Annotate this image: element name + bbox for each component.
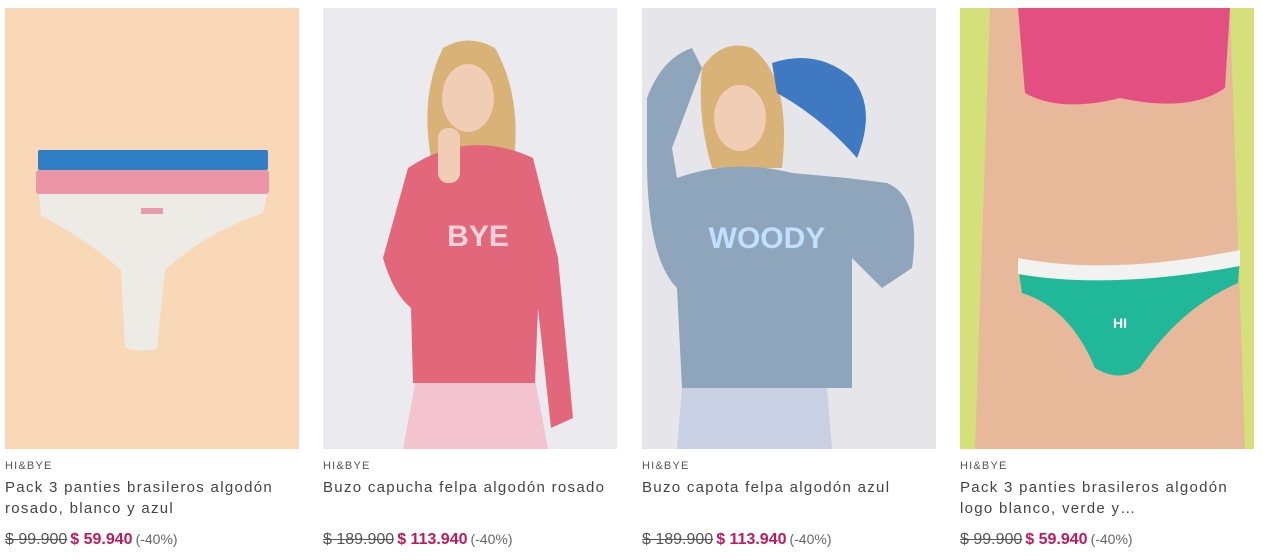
price-row: $ 189.900 $ 113.940 (-40%) <box>323 529 617 550</box>
product-card[interactable]: WOODY HI&BYE Buzo capota felpa algodón a… <box>642 8 936 550</box>
product-title[interactable]: Pack 3 panties brasileros algodón rosado… <box>5 477 299 519</box>
product-title[interactable]: Buzo capota felpa algodón azul <box>642 477 936 519</box>
old-price: $ 99.900 <box>5 531 68 548</box>
svg-text:HI: HI <box>1113 315 1127 331</box>
product-brand: HI&BYE <box>5 460 53 472</box>
sale-price: $ 113.940 <box>397 531 468 548</box>
discount-badge: (-40%) <box>470 531 513 547</box>
discount-badge: (-40%) <box>789 531 832 547</box>
product-brand: HI&BYE <box>642 460 690 472</box>
price-row: $ 189.900 $ 113.940 (-40%) <box>642 529 936 550</box>
product-brand: HI&BYE <box>960 460 1008 472</box>
product-image[interactable]: HI <box>960 8 1254 449</box>
product-title[interactable]: Buzo capucha felpa algodón rosado <box>323 477 617 519</box>
sale-price: $ 59.940 <box>70 531 133 548</box>
product-card[interactable]: HI HI&BYE Pack 3 panties brasileros algo… <box>960 8 1254 550</box>
sale-price: $ 59.940 <box>1025 531 1088 548</box>
product-image[interactable] <box>5 8 299 449</box>
discount-badge: (-40%) <box>135 531 178 547</box>
price-row: $ 99.900 $ 59.940 (-40%) <box>960 529 1254 550</box>
product-image[interactable]: BYE <box>323 8 617 449</box>
old-price: $ 189.900 <box>642 531 714 548</box>
svg-text:WOODY: WOODY <box>709 222 826 255</box>
product-brand: HI&BYE <box>323 460 371 472</box>
price-row: $ 99.900 $ 59.940 (-40%) <box>5 529 299 550</box>
product-card[interactable]: HI&BYE Pack 3 panties brasileros algodón… <box>5 8 299 550</box>
sale-price: $ 113.940 <box>716 531 787 548</box>
product-title[interactable]: Pack 3 panties brasileros algodón logo b… <box>960 477 1254 519</box>
product-card[interactable]: BYE HI&BYE Buzo capucha felpa algodón ro… <box>323 8 617 550</box>
old-price: $ 99.900 <box>960 531 1023 548</box>
old-price: $ 189.900 <box>323 531 395 548</box>
product-image[interactable]: WOODY <box>642 8 936 449</box>
discount-badge: (-40%) <box>1090 531 1133 547</box>
svg-text:BYE: BYE <box>447 220 509 253</box>
product-grid: HI&BYE Pack 3 panties brasileros algodón… <box>0 0 1263 560</box>
